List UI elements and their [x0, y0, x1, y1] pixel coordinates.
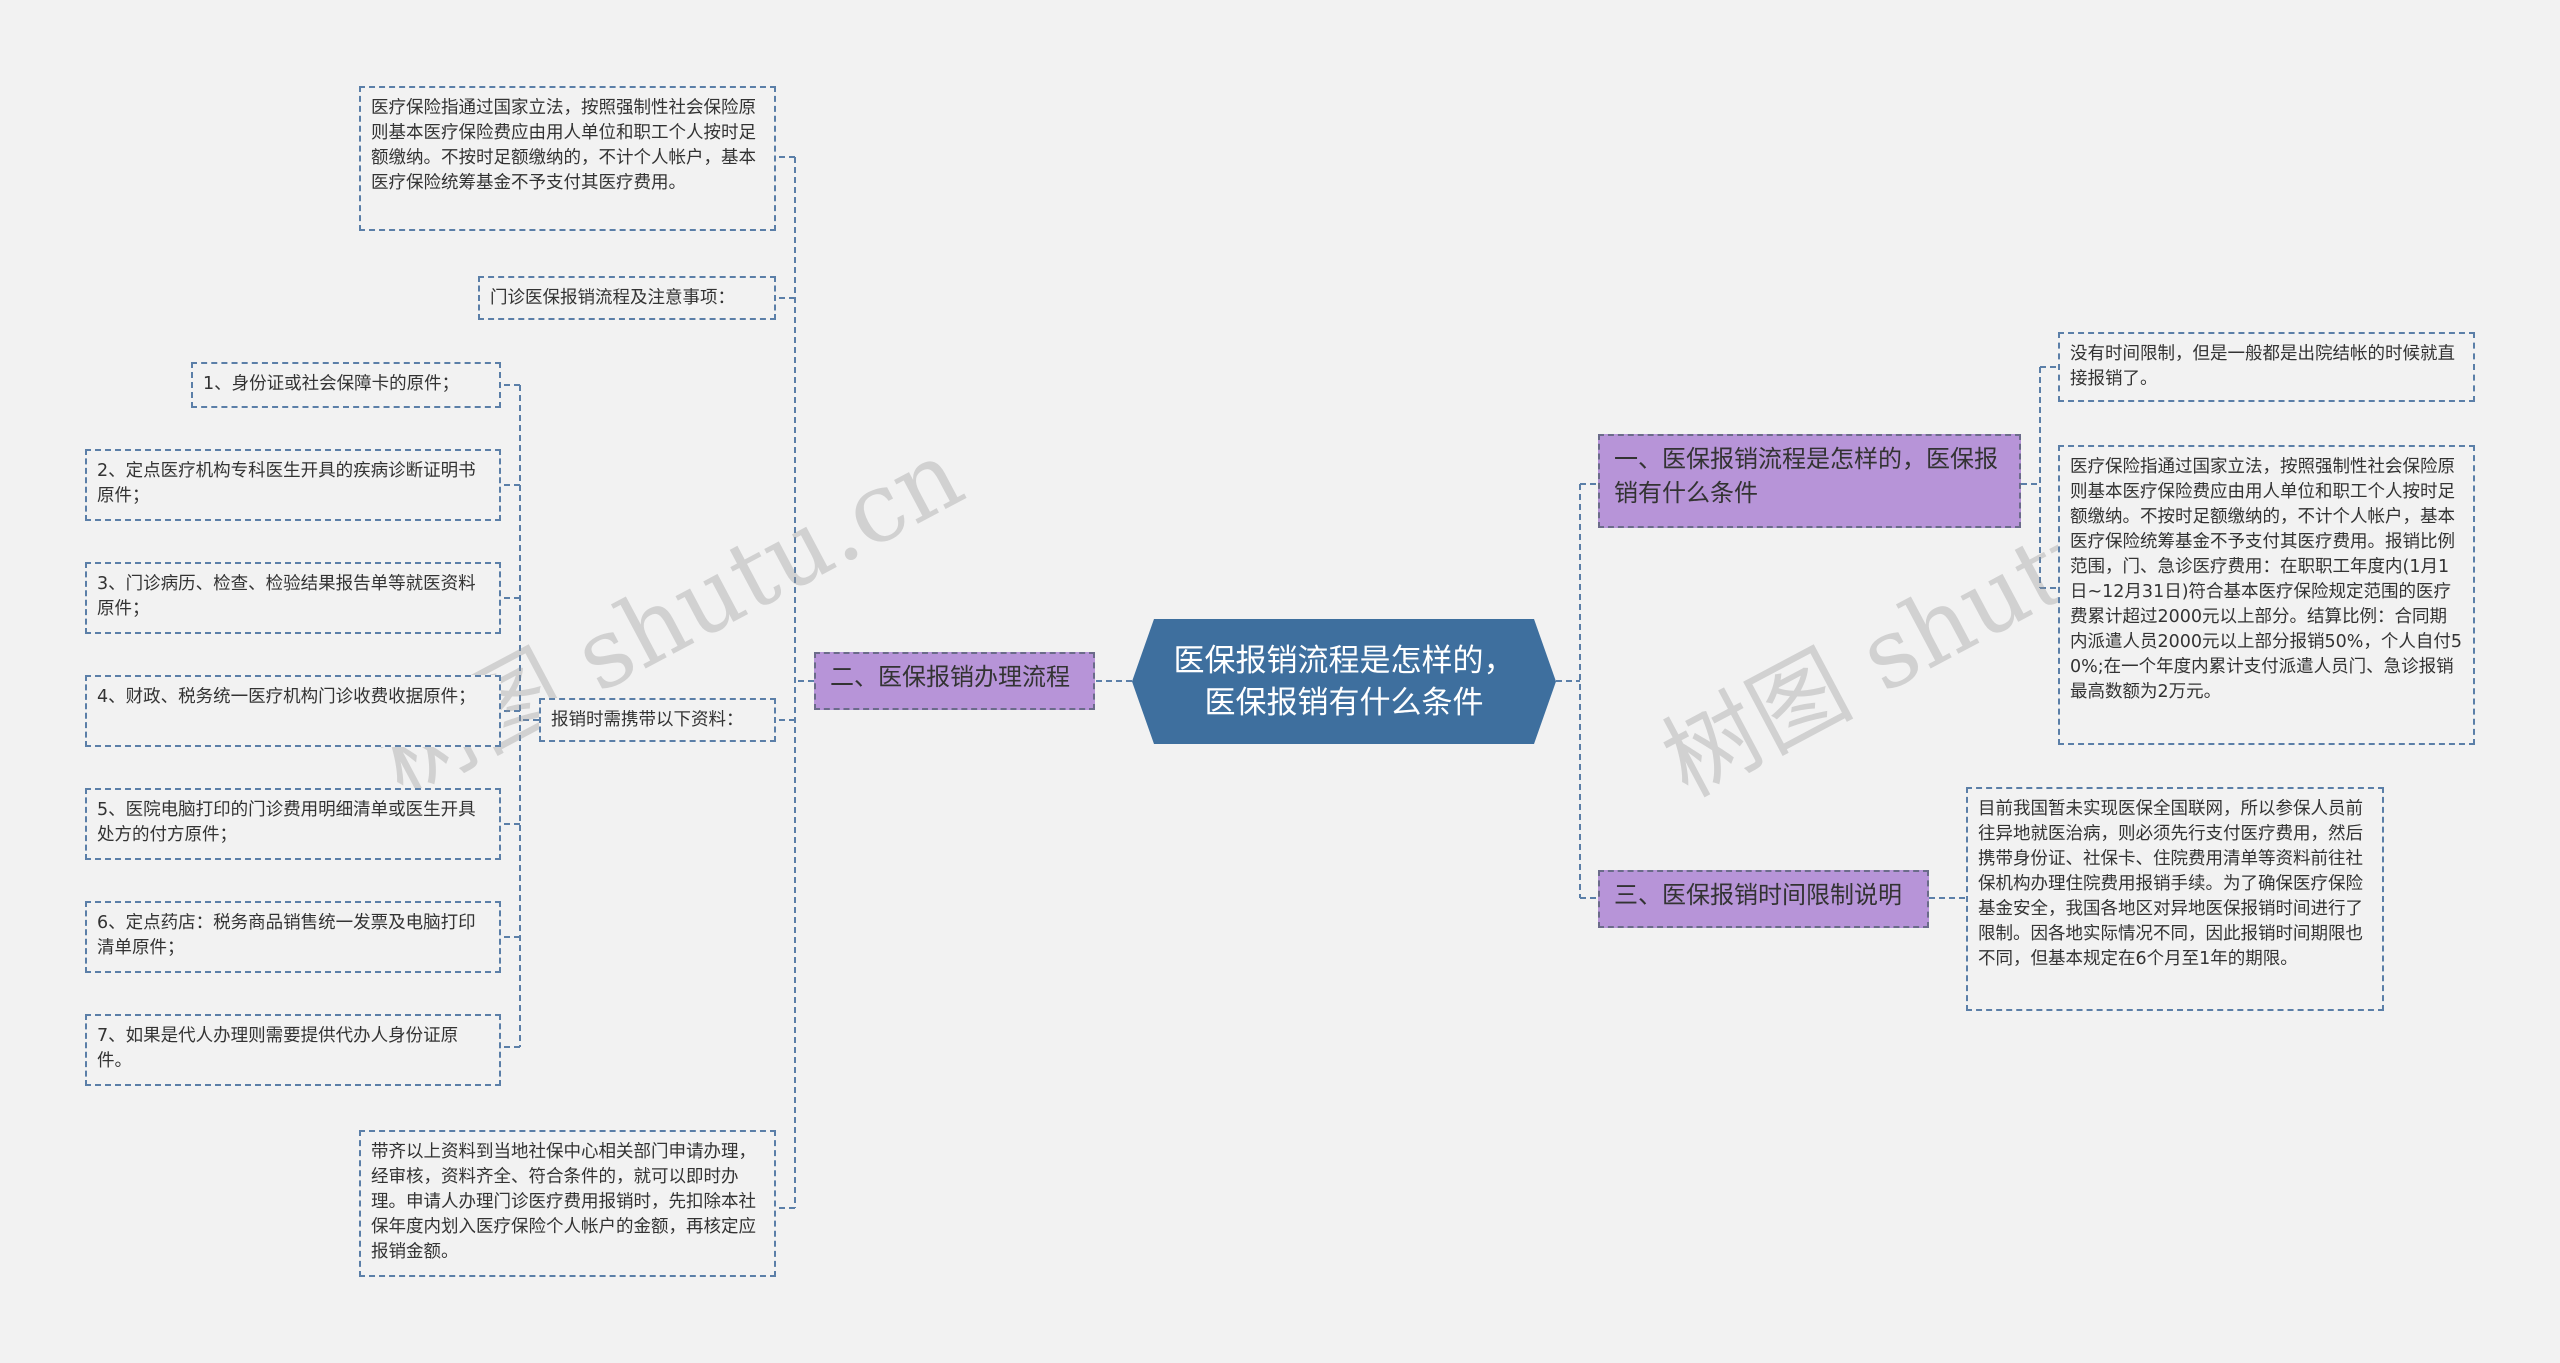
leaf-material-item[interactable]: 5、医院电脑打印的门诊费用明细清单或医生开具处方的付方原件； [85, 788, 501, 860]
leaf-materials-label[interactable]: 报销时需携带以下资料： [539, 698, 776, 742]
branch-time-limit[interactable]: 三、医保报销时间限制说明 [1598, 870, 1929, 928]
leaf-material-item[interactable]: 4、财政、税务统一医疗机构门诊收费收据原件； [85, 675, 501, 747]
leaf-material-item[interactable]: 1、身份证或社会保障卡的原件； [191, 362, 501, 408]
root-topic[interactable]: 医保报销流程是怎样的， 医保报销有什么条件 [1132, 619, 1556, 744]
leaf-material-item[interactable]: 2、定点医疗机构专科医生开具的疾病诊断证明书原件； [85, 449, 501, 521]
leaf-closing-procedure[interactable]: 带齐以上资料到当地社保中心相关部门申请办理，经审核，资料齐全、符合条件的，就可以… [359, 1130, 776, 1277]
branch-handling-process[interactable]: 二、医保报销办理流程 [814, 652, 1095, 710]
leaf-material-item[interactable]: 6、定点药店：税务商品销售统一发票及电脑打印清单原件； [85, 901, 501, 973]
leaf-material-item[interactable]: 7、如果是代人办理则需要提供代办人身份证原件。 [85, 1014, 501, 1086]
leaf-material-item[interactable]: 3、门诊病历、检查、检验结果报告单等就医资料原件； [85, 562, 501, 634]
leaf-time-limit-details[interactable]: 目前我国暂未实现医保全国联网，所以参保人员前往异地就医治病，则必须先行支付医疗费… [1966, 787, 2384, 1011]
leaf-reimbursement-ratio[interactable]: 医疗保险指通过国家立法，按照强制性社会保险原则基本医疗保险费应由用人单位和职工个… [2058, 445, 2475, 745]
leaf-no-time-limit[interactable]: 没有时间限制，但是一般都是出院结帐的时候就直接报销了。 [2058, 332, 2475, 402]
branch-process-and-conditions[interactable]: 一、医保报销流程是怎样的，医保报销有什么条件 [1598, 434, 2021, 528]
leaf-outpatient-process[interactable]: 门诊医保报销流程及注意事项： [478, 276, 776, 320]
leaf-insurance-intro[interactable]: 医疗保险指通过国家立法，按照强制性社会保险原则基本医疗保险费应由用人单位和职工个… [359, 86, 776, 231]
